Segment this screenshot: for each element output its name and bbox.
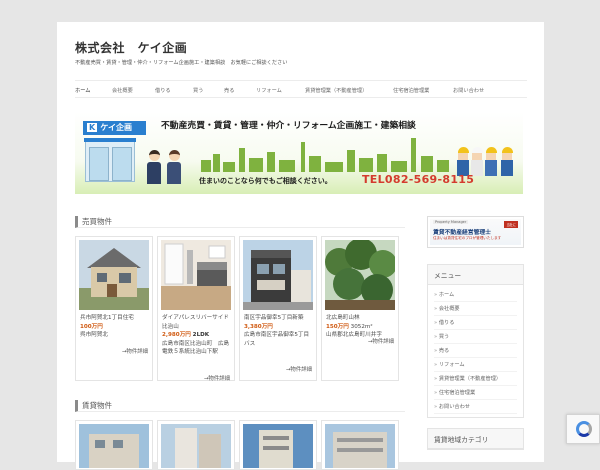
sidebar-menu-item-company[interactable]: 会社概要 <box>434 302 517 316</box>
listing-info: ダイアパレスリバーサイド比治山 2,980万円 2LDK 広島市南区比治山町 広… <box>162 314 234 357</box>
listing-card[interactable]: 南区宇品御幸5丁目新築 3,380万円 広島市南区宇品御幸5丁目 バス →物件詳… <box>239 236 317 381</box>
listing-photo[interactable] <box>243 240 313 310</box>
listing-info: 兵市阿賀北1丁目住宅 100万円 呉市阿賀北 <box>80 314 152 340</box>
nav-item-rent[interactable]: 借りる <box>155 87 171 94</box>
nav-item-home[interactable]: ホーム <box>75 87 90 94</box>
listing-detail-link[interactable]: →物件詳細 <box>122 347 148 355</box>
listing-location: 広島市南区比治山町 広島電鉄５系統比治山下駅 <box>162 340 230 356</box>
listing-location: 呉市阿賀北 <box>80 332 108 339</box>
listing-detail-link[interactable]: →物件詳細 <box>204 374 230 382</box>
nav-item-contact[interactable]: お問い合わせ <box>453 87 484 94</box>
nav-item-sell[interactable]: 売る <box>224 87 234 94</box>
listing-name[interactable]: 北広島町山林 <box>326 314 398 323</box>
listing-name[interactable]: 南区宇品御幸5丁目新築 <box>244 314 316 323</box>
sidebar-menu-item-rent[interactable]: 借りる <box>434 316 517 330</box>
listing-card[interactable]: 北広島町山林 150万円 3052m² 山県郡北広島町川井字 →物件詳細 <box>321 236 399 381</box>
banner-phone: TEL082-569-8115 <box>362 173 475 186</box>
site-title[interactable]: 株式会社 ケイ企画 <box>75 39 187 56</box>
listing-card[interactable] <box>157 420 235 470</box>
sidebar-menu-item-lodging-management[interactable]: 住宅宿泊管理業 <box>434 386 517 400</box>
sidebar-menu-list: ホーム 会社概要 借りる 買う 売る リフォーム 賃貸管理業（不動産管理） 住宅… <box>428 285 523 417</box>
staff-illustration <box>143 134 199 184</box>
sidebar-menu-widget: メニュー ホーム 会社概要 借りる 買う 売る リフォーム 賃貸管理業（不動産管… <box>427 264 524 418</box>
listing-price: 2,980万円 <box>162 332 191 339</box>
site-description: 不動産売買・賃貸・管理・仲介・リフォーム企画施工・建築相談 お気軽にご相談くださ… <box>75 60 288 66</box>
nav-item-company[interactable]: 会社概要 <box>112 87 133 94</box>
section-title-sale: 売買物件 <box>75 216 405 228</box>
sidebar-menu-item-reform[interactable]: リフォーム <box>434 358 517 372</box>
nav-item-reform[interactable]: リフォーム <box>256 87 282 94</box>
page-container: 株式会社 ケイ企画 不動産売買・賃貸・管理・仲介・リフォーム企画施工・建築相談 … <box>57 22 544 470</box>
nav-item-rental-management[interactable]: 賃貸管理業（不動産管理） <box>305 87 367 94</box>
logo-text: ケイ企画 <box>100 123 133 132</box>
sidebar-rent-area-title: 賃貸地域カテゴリ <box>428 429 523 449</box>
banner-tag: 当社に <box>504 221 518 228</box>
banner-headline: 不動産売買・賃貸・管理・仲介・リフォーム企画施工・建築相談 <box>161 121 416 131</box>
section-title-rent: 賃貸物件 <box>75 400 405 412</box>
recaptcha-icon <box>576 421 592 437</box>
listing-card[interactable] <box>321 420 399 470</box>
sidebar-menu-item-rental-management[interactable]: 賃貸管理業（不動産管理） <box>434 372 517 386</box>
listing-photo[interactable] <box>79 240 149 310</box>
listing-price: 150万円 <box>326 323 349 330</box>
property-manager-banner[interactable]: Property Manager 当社に 賃貸不動産経営管理士 住まいは賃貸住宅… <box>427 216 524 248</box>
listing-name[interactable]: ダイアパレスリバーサイド比治山 <box>162 314 234 331</box>
listing-info: 北広島町山林 150万円 3052m² 山県郡北広島町川井字 <box>326 314 398 340</box>
property-manager-label: Property Manager <box>433 220 469 224</box>
listing-card[interactable] <box>239 420 317 470</box>
listing-area: 3052m² <box>350 323 373 330</box>
listing-photo[interactable] <box>243 424 313 468</box>
listing-card[interactable] <box>75 420 153 470</box>
listing-price: 100万円 <box>80 323 103 330</box>
sidebar-menu-item-buy[interactable]: 買う <box>434 330 517 344</box>
listing-location: 広島市南区宇品御幸5丁目 バス <box>244 332 315 347</box>
listing-name[interactable]: 兵市阿賀北1丁目住宅 <box>80 314 152 323</box>
nav-item-buy[interactable]: 買う <box>193 87 203 94</box>
sidebar-menu-item-sell[interactable]: 売る <box>434 344 517 358</box>
listing-price: 3,380万円 <box>244 323 273 330</box>
recaptcha-badge[interactable] <box>566 414 600 444</box>
logo-mark: K <box>87 123 98 132</box>
listing-detail-link[interactable]: →物件詳細 <box>286 365 312 373</box>
nav-item-lodging-management[interactable]: 住宅宿泊管理業 <box>393 87 429 94</box>
workers-illustration <box>455 130 519 176</box>
listing-card[interactable]: ダイアパレスリバーサイド比治山 2,980万円 2LDK 広島市南区比治山町 広… <box>157 236 235 382</box>
sidebar-menu-title: メニュー <box>428 265 523 285</box>
storefront-illustration <box>84 138 136 182</box>
listing-photo[interactable] <box>79 424 149 468</box>
property-manager-title: 賃貸不動産経営管理士 <box>433 230 491 236</box>
sidebar-menu-item-home[interactable]: ホーム <box>434 288 517 302</box>
listing-detail-link[interactable]: →物件詳細 <box>368 337 394 345</box>
listing-photo[interactable] <box>325 424 395 468</box>
banner-tagline: 住まいのことなら何でもご相談ください。 <box>199 177 332 185</box>
listing-info: 南区宇品御幸5丁目新築 3,380万円 広島市南区宇品御幸5丁目 バス <box>244 314 316 348</box>
header-banner[interactable]: K ケイ企画 不動産売買・賃貸・管理・仲介・リフォーム企画施工・建築相談 住まい… <box>75 112 523 194</box>
city-skyline-illustration <box>201 138 451 172</box>
property-manager-subtitle: 住まいは賃貸住宅のプロが管理いたします <box>433 236 502 240</box>
listing-layout: 2LDK <box>192 332 210 339</box>
listing-photo[interactable] <box>325 240 395 310</box>
company-logo: K ケイ企画 <box>83 121 146 135</box>
listing-photo[interactable] <box>161 424 231 468</box>
sidebar-rent-area-widget: 賃貸地域カテゴリ <box>427 428 524 450</box>
sidebar-menu-item-contact[interactable]: お問い合わせ <box>434 400 517 414</box>
listing-photo[interactable] <box>161 240 231 310</box>
listing-card[interactable]: 兵市阿賀北1丁目住宅 100万円 呉市阿賀北 →物件詳細 <box>75 236 153 381</box>
main-navigation: ホーム 会社概要 借りる 買う 売る リフォーム 賃貸管理業（不動産管理） 住宅… <box>75 80 527 98</box>
